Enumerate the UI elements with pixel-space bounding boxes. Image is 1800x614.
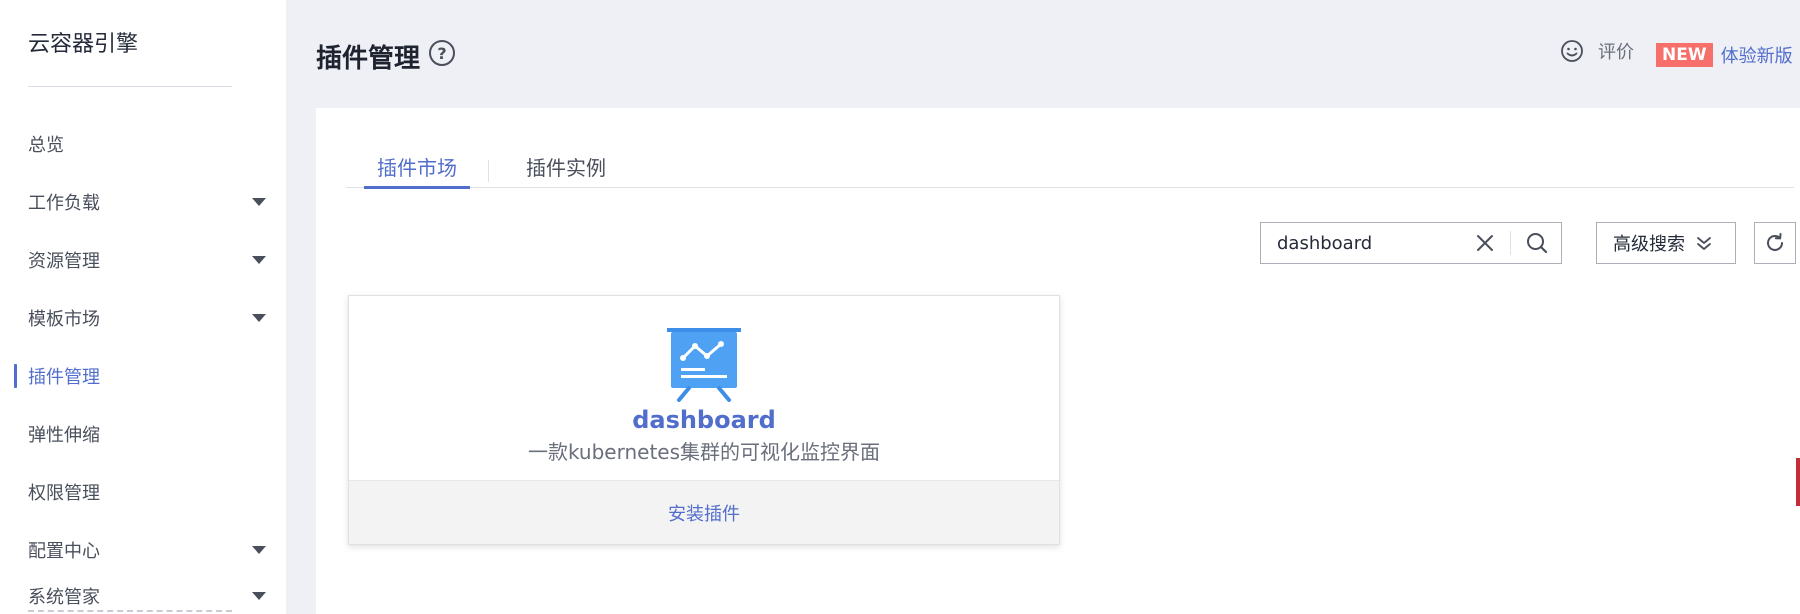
plugin-card[interactable]: dashboard 一款kubernetes集群的可视化监控界面 安装插件 [348,295,1060,545]
sidebar-item-label: 权限管理 [28,483,100,504]
sidebar-item-permissions[interactable]: 权限管理 [0,472,286,512]
caret-down-icon [252,256,266,264]
plugin-card-footer: 安装插件 [349,480,1059,544]
search-separator [1510,231,1511,255]
sidebar-item-label: 系统管家 [28,587,100,608]
sidebar-divider [28,86,232,87]
search-icon[interactable] [1525,231,1549,255]
caret-down-icon [252,546,266,554]
sidebar-item-config-center[interactable]: 配置中心 [0,530,286,570]
sidebar-item-resources[interactable]: 资源管理 [0,240,286,280]
advanced-search-button[interactable]: 高级搜索 [1596,222,1736,264]
dashboard-chart-icon[interactable] [665,328,743,402]
edge-marker [1796,458,1800,506]
tab-label: 插件市场 [377,156,457,180]
sidebar-item-label: 模板市场 [28,309,100,330]
search-input[interactable]: dashboard [1277,233,1474,254]
tab-active-underline [364,186,470,189]
sidebar-item-label: 插件管理 [28,367,100,388]
main-panel: 插件市场 插件实例 dashboard 高级搜索 dashboard 一款kub… [316,108,1800,614]
sidebar-item-templates[interactable]: 模板市场 [0,298,286,338]
caret-down-icon [252,592,266,600]
sidebar-bottom-divider [28,610,232,612]
page-title: 插件管理 [316,44,421,74]
sidebar-item-label: 工作负载 [28,193,100,214]
caret-down-icon [252,198,266,206]
sidebar-item-overview[interactable]: 总览 [0,124,286,164]
clear-icon[interactable] [1474,232,1496,254]
refresh-button[interactable] [1754,222,1796,264]
active-indicator [14,364,17,388]
plugin-name[interactable]: dashboard [349,406,1059,434]
sidebar-item-system-steward[interactable]: 系统管家 [0,576,286,614]
sidebar-item-autoscaling[interactable]: 弹性伸缩 [0,414,286,454]
tab-separator [488,160,489,182]
tab-label: 插件实例 [526,156,606,180]
refresh-icon [1767,233,1783,251]
tab-plugin-instances[interactable]: 插件实例 [516,148,616,188]
tab-plugin-market[interactable]: 插件市场 [364,148,470,189]
caret-down-icon [252,314,266,322]
sidebar-item-plugins[interactable]: 插件管理 [0,356,286,396]
sidebar-item-label: 总览 [28,135,64,156]
advanced-search-label: 高级搜索 [1613,234,1685,255]
smile-icon [1561,40,1583,62]
search-box[interactable]: dashboard [1260,222,1562,264]
sidebar-item-workloads[interactable]: 工作负载 [0,182,286,222]
tab-bar: 插件市场 插件实例 [346,148,1794,189]
try-new-version-link[interactable]: NEW 体验新版 [1656,42,1793,68]
sidebar-title: 云容器引擎 [28,32,139,57]
new-badge: NEW [1656,43,1713,67]
new-version-label: 体验新版 [1720,46,1793,67]
rate-label: 评价 [1598,42,1634,63]
sidebar-item-label: 弹性伸缩 [28,425,100,446]
sidebar-item-label: 配置中心 [28,541,100,562]
double-chevron-down-icon [1697,237,1711,250]
help-icon[interactable]: ? [429,40,455,66]
sidebar: 云容器引擎 总览 工作负载 资源管理 模板市场 插件管理 弹性伸缩 权限管理 配… [0,0,286,614]
rate-button[interactable]: 评价 [1560,38,1634,64]
plugin-description: 一款kubernetes集群的可视化监控界面 [527,440,881,464]
install-plugin-button[interactable]: 安装插件 [668,500,740,526]
sidebar-item-label: 资源管理 [28,251,100,272]
